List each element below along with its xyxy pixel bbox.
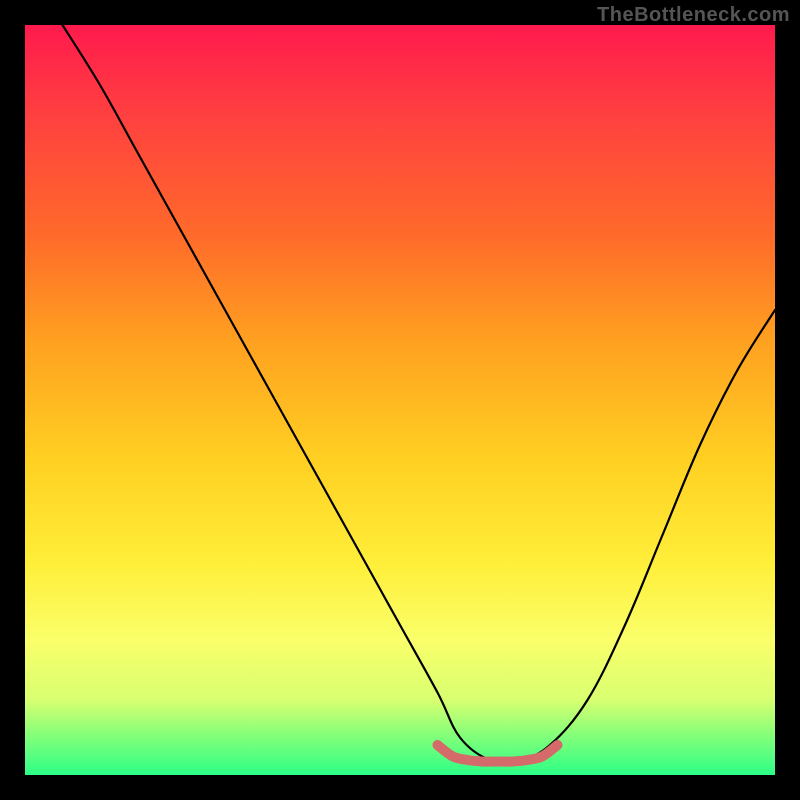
chart-frame: TheBottleneck.com xyxy=(0,0,800,800)
watermark-text: TheBottleneck.com xyxy=(597,4,790,27)
valley-accent-path xyxy=(438,745,558,762)
chart-plot-area xyxy=(25,25,775,775)
chart-svg xyxy=(25,25,775,775)
main-curve-path xyxy=(63,25,776,763)
